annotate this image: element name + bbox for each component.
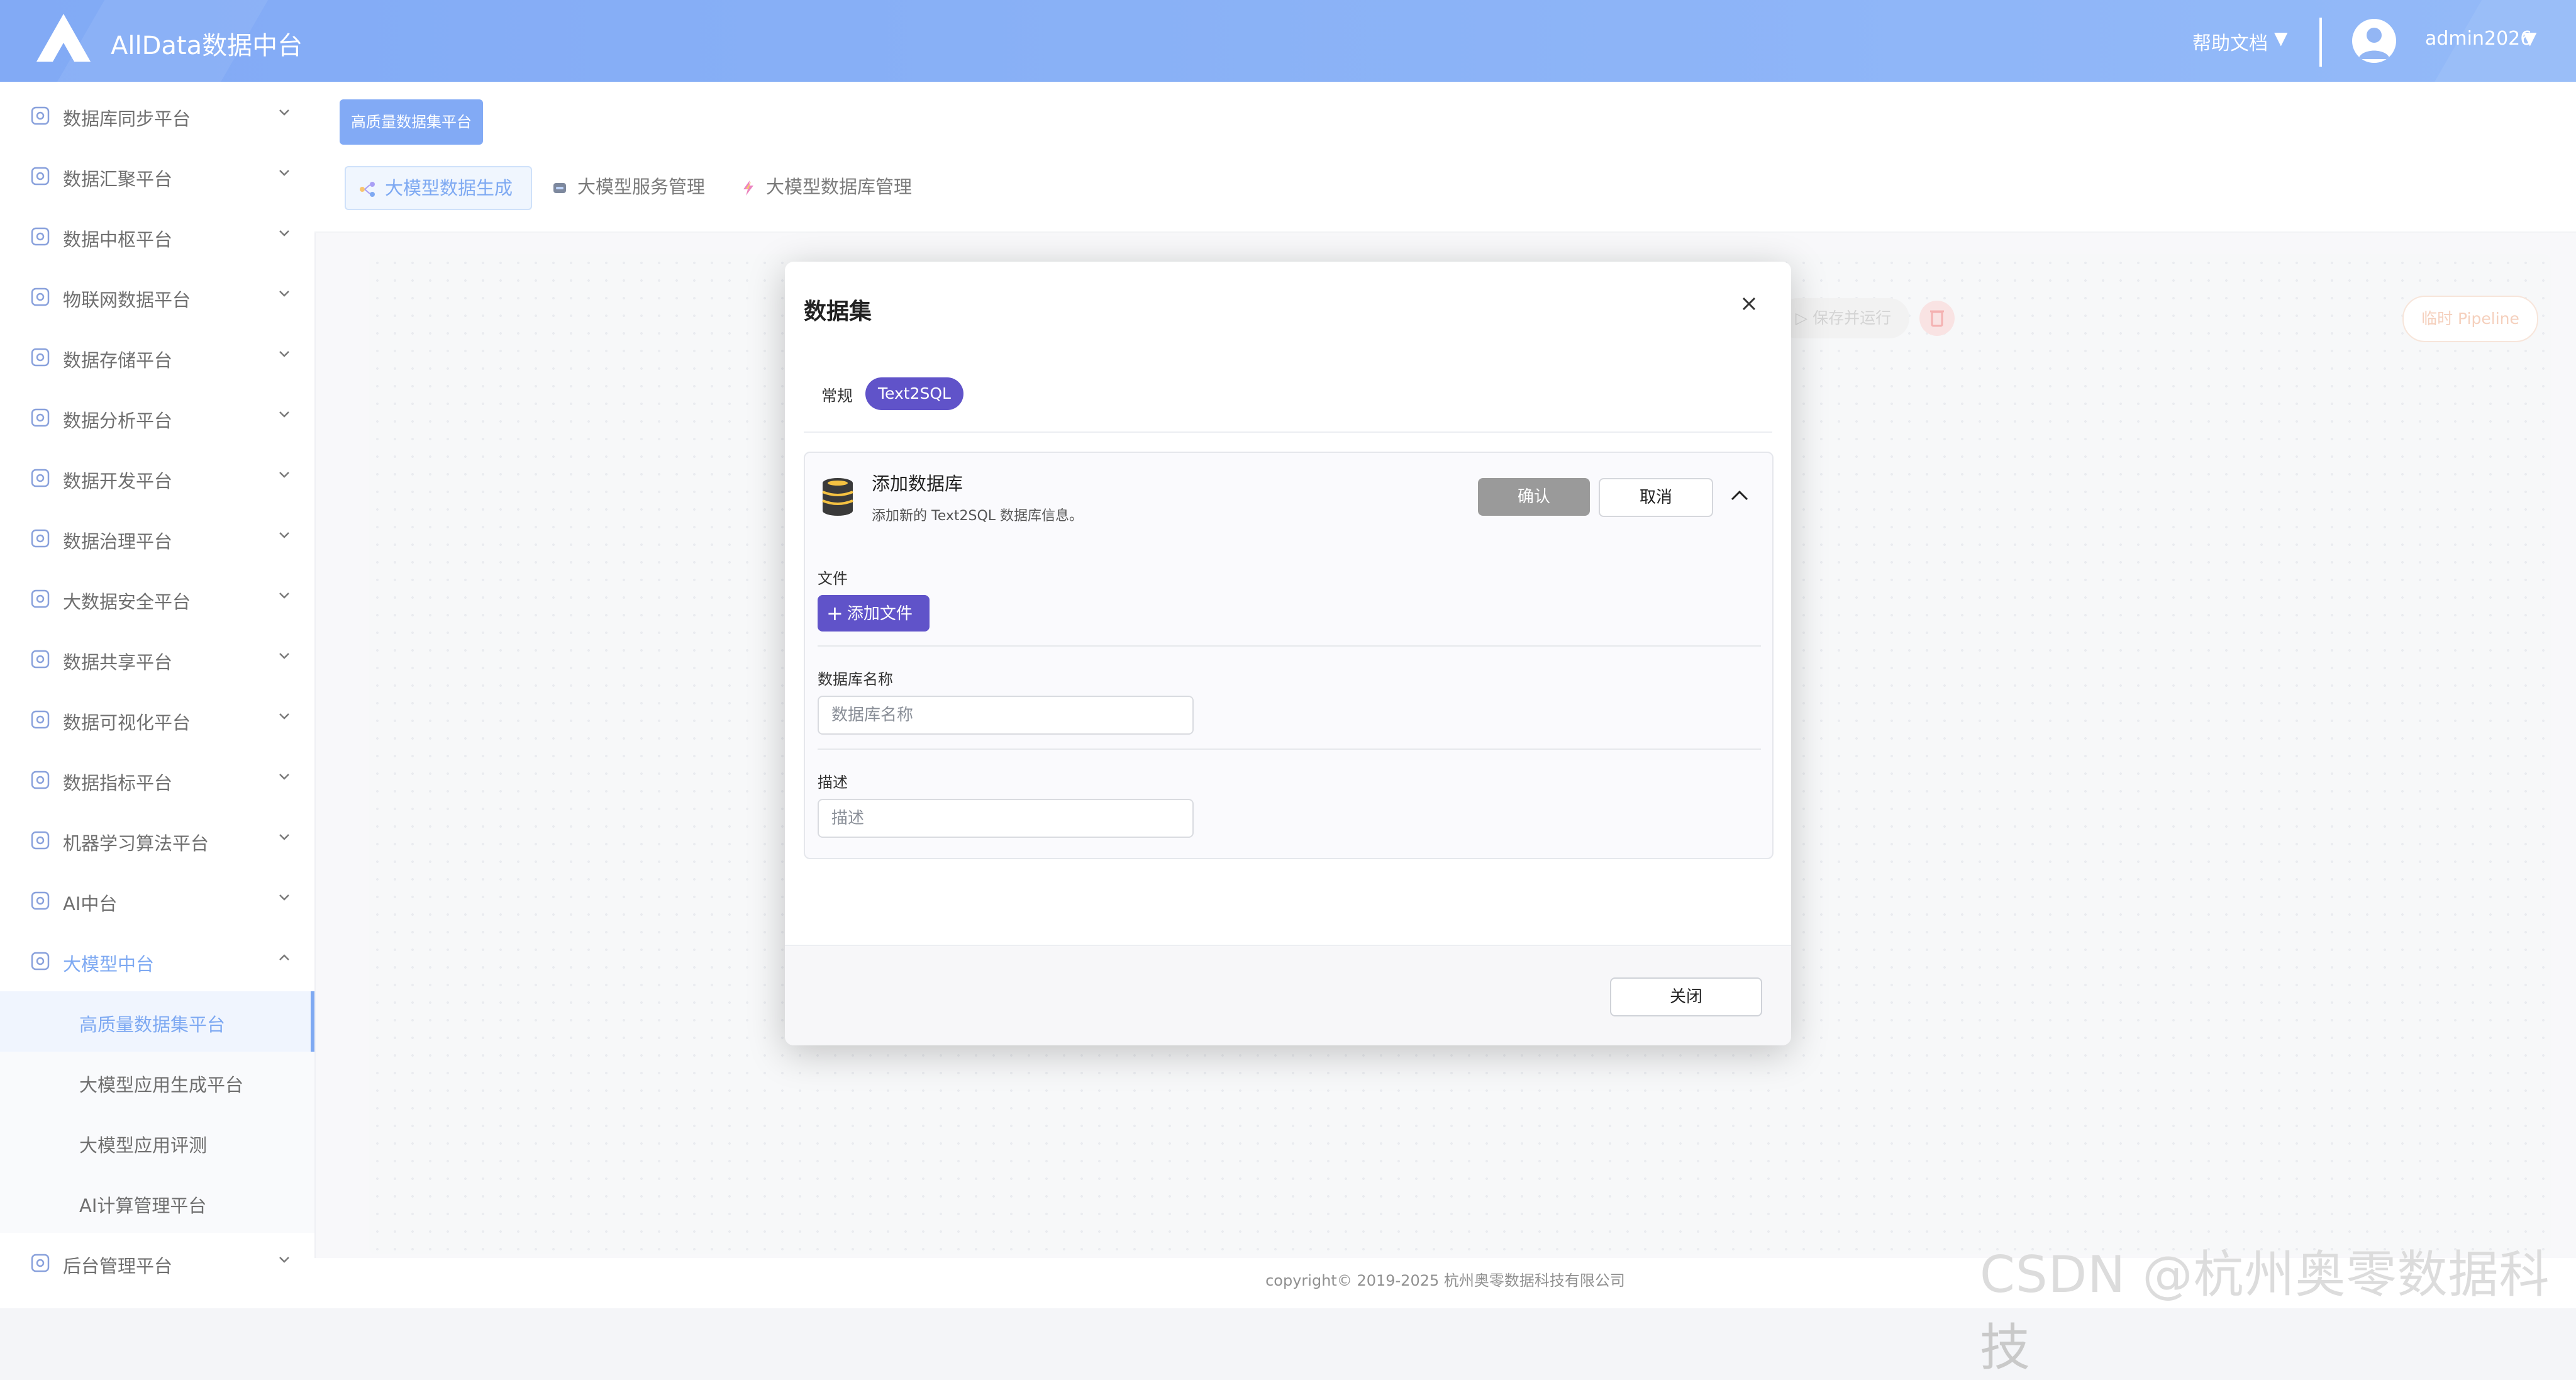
field-divider bbox=[818, 748, 1761, 750]
plus-icon: + bbox=[826, 601, 843, 625]
add-database-panel: 添加数据库 添加新的 Text2SQL 数据库信息。 确认 取消 文件 + 添加文… bbox=[804, 452, 1774, 859]
confirm-button[interactable]: 确认 bbox=[1478, 478, 1590, 516]
field-divider bbox=[818, 645, 1761, 647]
modal-footer: 关闭 bbox=[785, 945, 1791, 1045]
cancel-button[interactable]: 取消 bbox=[1599, 478, 1713, 517]
add-file-label: 添加文件 bbox=[847, 604, 913, 623]
modal-title: 数据集 bbox=[804, 299, 872, 325]
panel-title: 添加数据库 bbox=[872, 473, 963, 494]
panel-description: 添加新的 Text2SQL 数据库信息。 bbox=[872, 508, 1084, 524]
db-name-label: 数据库名称 bbox=[818, 671, 893, 688]
description-label: 描述 bbox=[818, 774, 848, 791]
modal-tab-general[interactable]: 常规 bbox=[821, 384, 853, 406]
dataset-modal: 数据集 常规 Text2SQL 添加数据库 添加新的 Text2SQL 数据库信… bbox=[785, 262, 1791, 1045]
close-button[interactable]: 关闭 bbox=[1610, 977, 1762, 1016]
close-icon[interactable] bbox=[1740, 294, 1758, 313]
chevron-up-icon[interactable] bbox=[1728, 484, 1751, 507]
modal-tab-text2sql[interactable]: Text2SQL bbox=[865, 377, 963, 410]
db-name-input[interactable] bbox=[818, 696, 1194, 735]
description-input[interactable] bbox=[818, 799, 1194, 838]
file-label: 文件 bbox=[818, 570, 848, 587]
modal-divider bbox=[804, 431, 1772, 433]
database-icon bbox=[822, 478, 853, 516]
add-file-button[interactable]: + 添加文件 bbox=[818, 595, 930, 632]
